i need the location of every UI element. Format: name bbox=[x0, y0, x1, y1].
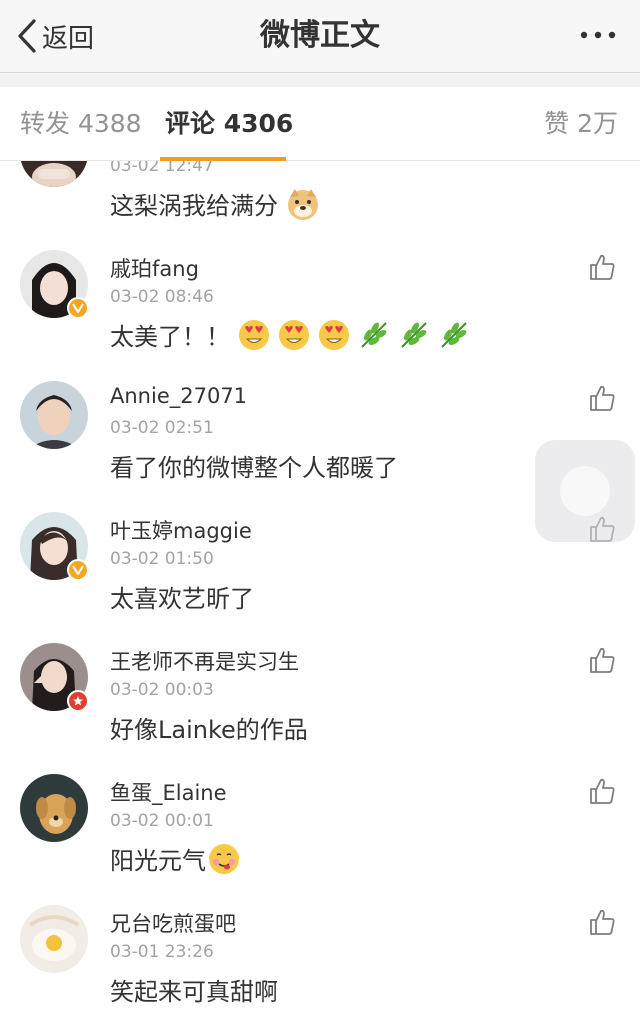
comment-item: 戚珀fang 03-02 08:46 太美了！！ bbox=[0, 233, 640, 365]
thumbs-up-icon[interactable] bbox=[588, 646, 616, 674]
comment-text: 好像Lainke的作品 bbox=[110, 716, 308, 744]
section-gap bbox=[0, 73, 640, 87]
doge-emoji bbox=[288, 188, 318, 220]
thumbs-up-icon[interactable] bbox=[588, 253, 616, 281]
more-dots-icon[interactable] bbox=[578, 24, 618, 46]
top-navigation-bar: 返回 微博正文 bbox=[0, 0, 640, 73]
comment-time: 03-02 02:51 bbox=[110, 418, 214, 438]
comment-username[interactable]: 叶玉婷maggie bbox=[110, 515, 252, 545]
comment-time: 03-01 23:26 bbox=[110, 942, 214, 962]
tab-likes[interactable]: 赞 2万 bbox=[544, 87, 618, 160]
assistive-touch-dot bbox=[560, 466, 610, 516]
assistive-touch-button[interactable] bbox=[535, 440, 635, 542]
comment-text: 阳光元气 bbox=[110, 847, 206, 875]
tab-forward[interactable]: 转发 4388 bbox=[20, 87, 142, 160]
avatar[interactable] bbox=[20, 774, 88, 842]
avatar[interactable] bbox=[20, 161, 88, 187]
comment-text-row: 看了你的微博整个人都暖了 bbox=[110, 448, 398, 483]
verified-badge-icon bbox=[67, 559, 89, 581]
page-title: 微博正文 bbox=[260, 18, 380, 53]
comment-text-row: 笑起来可真甜啊 bbox=[110, 972, 278, 1007]
heart-eyes-emoji bbox=[239, 319, 269, 350]
heart-eyes-emoji bbox=[319, 319, 349, 350]
comment-username[interactable]: 兄台吃煎蛋吧 bbox=[110, 908, 236, 938]
verified-badge-icon bbox=[67, 297, 89, 319]
avatar[interactable] bbox=[20, 905, 88, 973]
comment-time: 03-02 00:03 bbox=[110, 680, 214, 700]
comment-text-row: 这梨涡我给满分 bbox=[110, 186, 320, 221]
comment-item: 鱼蛋_Elaine 03-02 00:01 阳光元气 bbox=[0, 757, 640, 889]
comment-item: 03-02 12:47 这梨涡我给满分 bbox=[0, 161, 640, 234]
avatar[interactable] bbox=[20, 381, 88, 449]
comment-text: 这梨涡我给满分 bbox=[110, 192, 278, 220]
comment-text-row: 太美了！！ bbox=[110, 317, 470, 352]
star-badge-icon bbox=[67, 690, 89, 712]
comment-username[interactable]: 戚珀fang bbox=[110, 253, 199, 283]
comment-text: 看了你的微博整个人都暖了 bbox=[110, 454, 398, 482]
leaf-emoji bbox=[361, 321, 387, 348]
thumbs-up-icon[interactable] bbox=[588, 777, 616, 805]
comment-item: 王老师不再是实习生 03-02 00:03 好像Lainke的作品 bbox=[0, 626, 640, 758]
comment-text-row: 阳光元气 bbox=[110, 841, 240, 876]
tab-comments[interactable]: 评论 4306 bbox=[165, 87, 293, 160]
thumbs-up-icon[interactable] bbox=[588, 384, 616, 412]
comment-username[interactable]: 鱼蛋_Elaine bbox=[110, 777, 227, 807]
comment-time: 03-02 08:46 bbox=[110, 287, 214, 307]
comment-text-row: 好像Lainke的作品 bbox=[110, 710, 308, 745]
comment-text-row: 太喜欢艺昕了 bbox=[110, 579, 254, 614]
comment-item: 兄台吃煎蛋吧 03-01 23:26 笑起来可真甜啊 bbox=[0, 888, 640, 1015]
comment-list: 03-02 12:47 这梨涡我给满分 戚珀fang 03-02 08:46 太… bbox=[0, 161, 640, 1015]
leaf-emoji bbox=[441, 321, 467, 348]
comment-time: 03-02 01:50 bbox=[110, 549, 214, 569]
comment-text: 笑起来可真甜啊 bbox=[110, 978, 278, 1006]
heart-eyes-emoji bbox=[279, 319, 309, 350]
leaf-emoji bbox=[401, 321, 427, 348]
comment-username[interactable]: Annie_27071 bbox=[110, 384, 247, 408]
comment-text: 太喜欢艺昕了 bbox=[110, 585, 254, 613]
yummy-emoji bbox=[209, 843, 239, 874]
comment-time: 03-02 00:01 bbox=[110, 811, 214, 831]
thumbs-up-icon[interactable] bbox=[588, 908, 616, 936]
comment-username[interactable]: 王老师不再是实习生 bbox=[110, 646, 299, 676]
comment-text: 太美了！！ bbox=[110, 323, 230, 351]
comment-time: 03-02 12:47 bbox=[110, 161, 214, 176]
tab-bar: 转发 4388 评论 4306 赞 2万 bbox=[0, 87, 640, 161]
